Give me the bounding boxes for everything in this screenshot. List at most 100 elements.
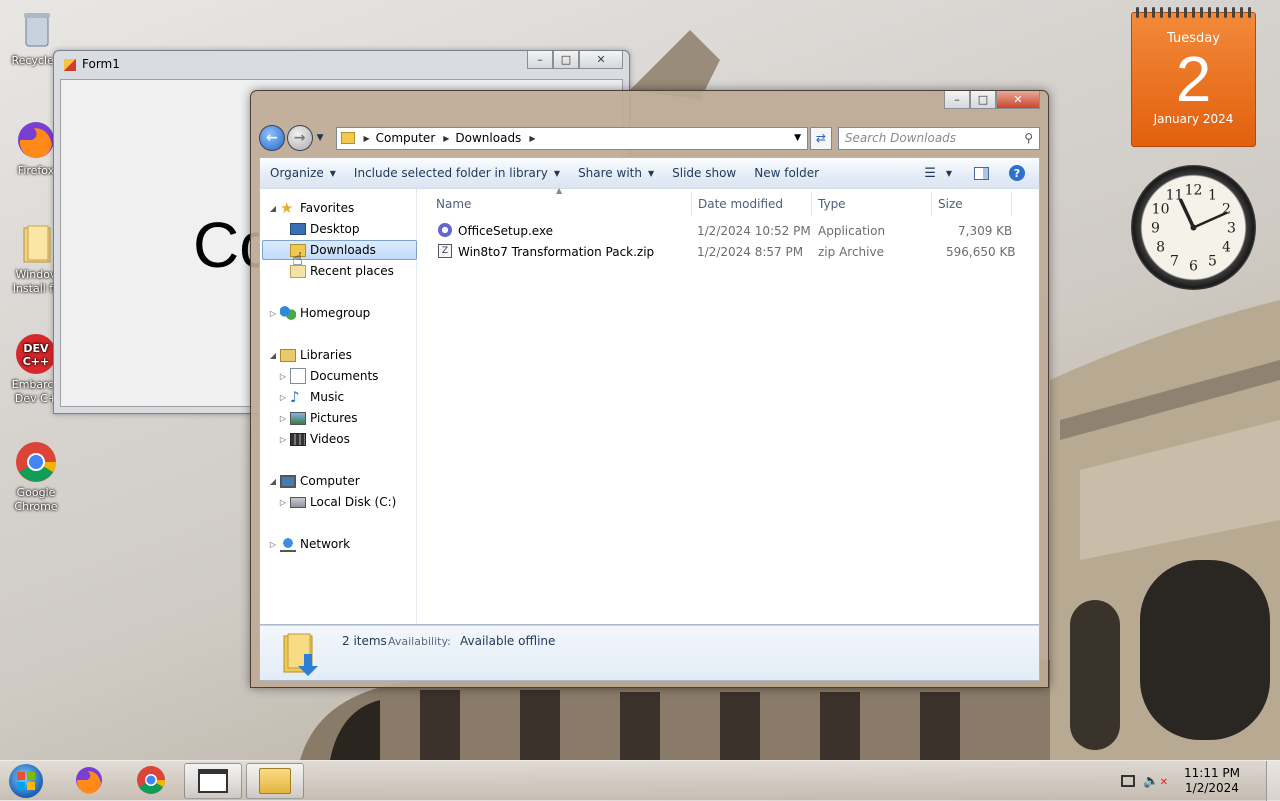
nav-favorites[interactable]: ◢ ★ Favorites	[268, 198, 354, 218]
svg-text:DEV: DEV	[23, 342, 49, 355]
explorer-window[interactable]: – □ ✕ ← → ▼ ▶ Computer ▶ Downloads ▶ ▼ ⇄…	[250, 90, 1049, 688]
collapsed-triangle-icon[interactable]: ▷	[268, 540, 278, 549]
preview-pane-icon[interactable]	[974, 166, 989, 180]
nav-homegroup[interactable]: ▷ Homegroup	[268, 303, 370, 323]
view-options-icon[interactable]: ☰	[924, 166, 936, 181]
address-bar[interactable]: ▶ Computer ▶ Downloads ▶ ▼	[336, 126, 809, 150]
minimize-button[interactable]: –	[527, 51, 553, 69]
collapsed-triangle-icon[interactable]: ▷	[278, 435, 288, 444]
search-input[interactable]: Search Downloads ⚲	[837, 126, 1041, 150]
svg-text:C++: C++	[23, 355, 50, 368]
availability-label: Availability:	[388, 635, 451, 648]
zip-archive-icon: Z	[438, 244, 452, 258]
file-name: OfficeSetup.exe	[458, 223, 554, 238]
libraries-icon	[280, 348, 296, 362]
clock-gadget[interactable]: 12 1 2 3 4 5 6 7 8 9 10 11	[1131, 165, 1256, 290]
search-placeholder: Search Downloads	[844, 131, 957, 145]
breadcrumb-separator-icon[interactable]: ▶	[529, 134, 535, 143]
collapsed-triangle-icon[interactable]: ▷	[268, 309, 278, 318]
collapsed-triangle-icon[interactable]: ▷	[278, 414, 288, 423]
tray-clock[interactable]: 11:11 PM 1/2/2024	[1184, 766, 1240, 796]
tray-time: 11:11 PM	[1184, 766, 1240, 780]
share-with-button[interactable]: Share with ▼	[569, 166, 663, 180]
column-header-date[interactable]: Date modified	[692, 192, 812, 216]
taskbar-form1[interactable]	[184, 763, 242, 799]
nav-documents[interactable]: ▷ Documents	[278, 366, 378, 386]
address-dropdown-icon[interactable]: ▼	[794, 133, 801, 143]
file-row[interactable]: Z Win8to7 Transformation Pack.zip 1/2/20…	[436, 241, 1036, 262]
calendar-rings	[1136, 7, 1251, 18]
column-label: Size	[938, 197, 963, 211]
nav-network[interactable]: ▷ Network	[268, 534, 350, 554]
chevron-down-icon: ▼	[329, 168, 336, 178]
expand-triangle-icon[interactable]: ◢	[268, 204, 278, 213]
taskbar-chrome[interactable]	[122, 763, 180, 799]
chevron-down-icon: ▼	[553, 168, 561, 178]
clock-number: 6	[1189, 259, 1198, 275]
nav-libraries[interactable]: ◢ Libraries	[268, 345, 352, 365]
collapsed-triangle-icon[interactable]: ▷	[278, 393, 288, 402]
nav-desktop[interactable]: Desktop	[288, 219, 360, 239]
maximize-button[interactable]: □	[970, 91, 996, 109]
column-label: Type	[818, 197, 846, 211]
forward-button[interactable]: →	[286, 125, 313, 151]
nav-music[interactable]: ▷ ♪ Music	[278, 387, 344, 407]
slide-show-button[interactable]: Slide show	[663, 166, 745, 180]
nav-computer[interactable]: ◢ Computer	[268, 471, 360, 491]
maximize-button[interactable]: □	[553, 51, 579, 69]
include-in-library-button[interactable]: Include selected folder in library ▼	[345, 166, 569, 180]
nav-downloads[interactable]: Downloads	[262, 240, 417, 260]
breadcrumb-computer[interactable]: Computer	[376, 131, 436, 145]
file-row[interactable]: OfficeSetup.exe 1/2/2024 10:52 PM Applic…	[436, 220, 1036, 241]
back-button[interactable]: ←	[259, 125, 285, 151]
volume-muted-icon[interactable]: 🔈✕	[1143, 774, 1168, 789]
file-name: Win8to7 Transformation Pack.zip	[458, 244, 655, 259]
refresh-button[interactable]: ⇄	[810, 126, 832, 150]
new-folder-button[interactable]: New folder	[745, 166, 828, 180]
show-desktop-button[interactable]	[1266, 761, 1280, 801]
calendar-gadget[interactable]: Tuesday 2 January 2024	[1131, 7, 1256, 147]
documents-icon	[290, 368, 306, 384]
details-pane: 2 items Availability: Available offline	[259, 625, 1040, 681]
help-icon[interactable]: ?	[1009, 165, 1025, 181]
clock-number: 1	[1208, 188, 1217, 204]
collapsed-triangle-icon[interactable]: ▷	[278, 372, 288, 381]
file-date: 1/2/2024 10:52 PM	[697, 223, 811, 238]
desktop-icon	[290, 223, 306, 235]
close-button[interactable]: ✕	[579, 51, 623, 69]
breadcrumb-downloads[interactable]: Downloads	[455, 131, 521, 145]
file-size: 7,309 KB	[958, 223, 1013, 238]
nav-videos[interactable]: ▷ Videos	[278, 429, 350, 449]
search-icon[interactable]: ⚲	[1024, 131, 1033, 145]
organize-button[interactable]: Organize ▼	[260, 166, 345, 180]
nav-local-disk[interactable]: ▷ Local Disk (C:)	[278, 492, 396, 512]
chrome-icon	[14, 440, 58, 484]
dev-cpp-icon: DEV C++	[14, 332, 58, 376]
slide-show-label: Slide show	[672, 166, 737, 180]
column-header-size[interactable]: Size	[932, 192, 1012, 216]
network-tray-icon[interactable]	[1121, 775, 1136, 787]
explorer-caption-buttons: – □ ✕	[944, 91, 1040, 109]
close-button[interactable]: ✕	[996, 91, 1040, 109]
expand-triangle-icon[interactable]: ◢	[268, 351, 278, 360]
nav-label: Pictures	[310, 411, 358, 425]
start-button[interactable]	[0, 763, 52, 799]
form1-caption-buttons: – □ ✕	[527, 51, 623, 69]
taskbar-firefox[interactable]	[60, 763, 118, 799]
recent-pages-dropdown[interactable]: ▼	[317, 133, 331, 143]
address-row: ← → ▼ ▶ Computer ▶ Downloads ▶ ▼ ⇄ Searc…	[259, 125, 1041, 151]
nav-recent-places[interactable]: Recent places	[288, 261, 394, 281]
nav-pictures[interactable]: ▷ Pictures	[278, 408, 358, 428]
column-header-type[interactable]: Type	[812, 192, 932, 216]
explorer-content: ◢ ★ Favorites Desktop Downloads Recent p…	[259, 186, 1040, 625]
network-icon	[280, 536, 296, 552]
taskbar-explorer[interactable]	[246, 763, 304, 799]
desktop-icon-google-chrome[interactable]: Google Chrome	[0, 440, 72, 514]
expand-triangle-icon[interactable]: ◢	[268, 477, 278, 486]
column-header-name[interactable]: Name	[430, 192, 692, 216]
view-dropdown-icon[interactable]: ▼	[946, 169, 952, 178]
minimize-button[interactable]: –	[944, 91, 970, 109]
collapsed-triangle-icon[interactable]: ▷	[278, 498, 288, 507]
breadcrumb-separator-icon[interactable]: ▶	[443, 134, 449, 143]
file-date: 1/2/2024 8:57 PM	[697, 244, 804, 259]
